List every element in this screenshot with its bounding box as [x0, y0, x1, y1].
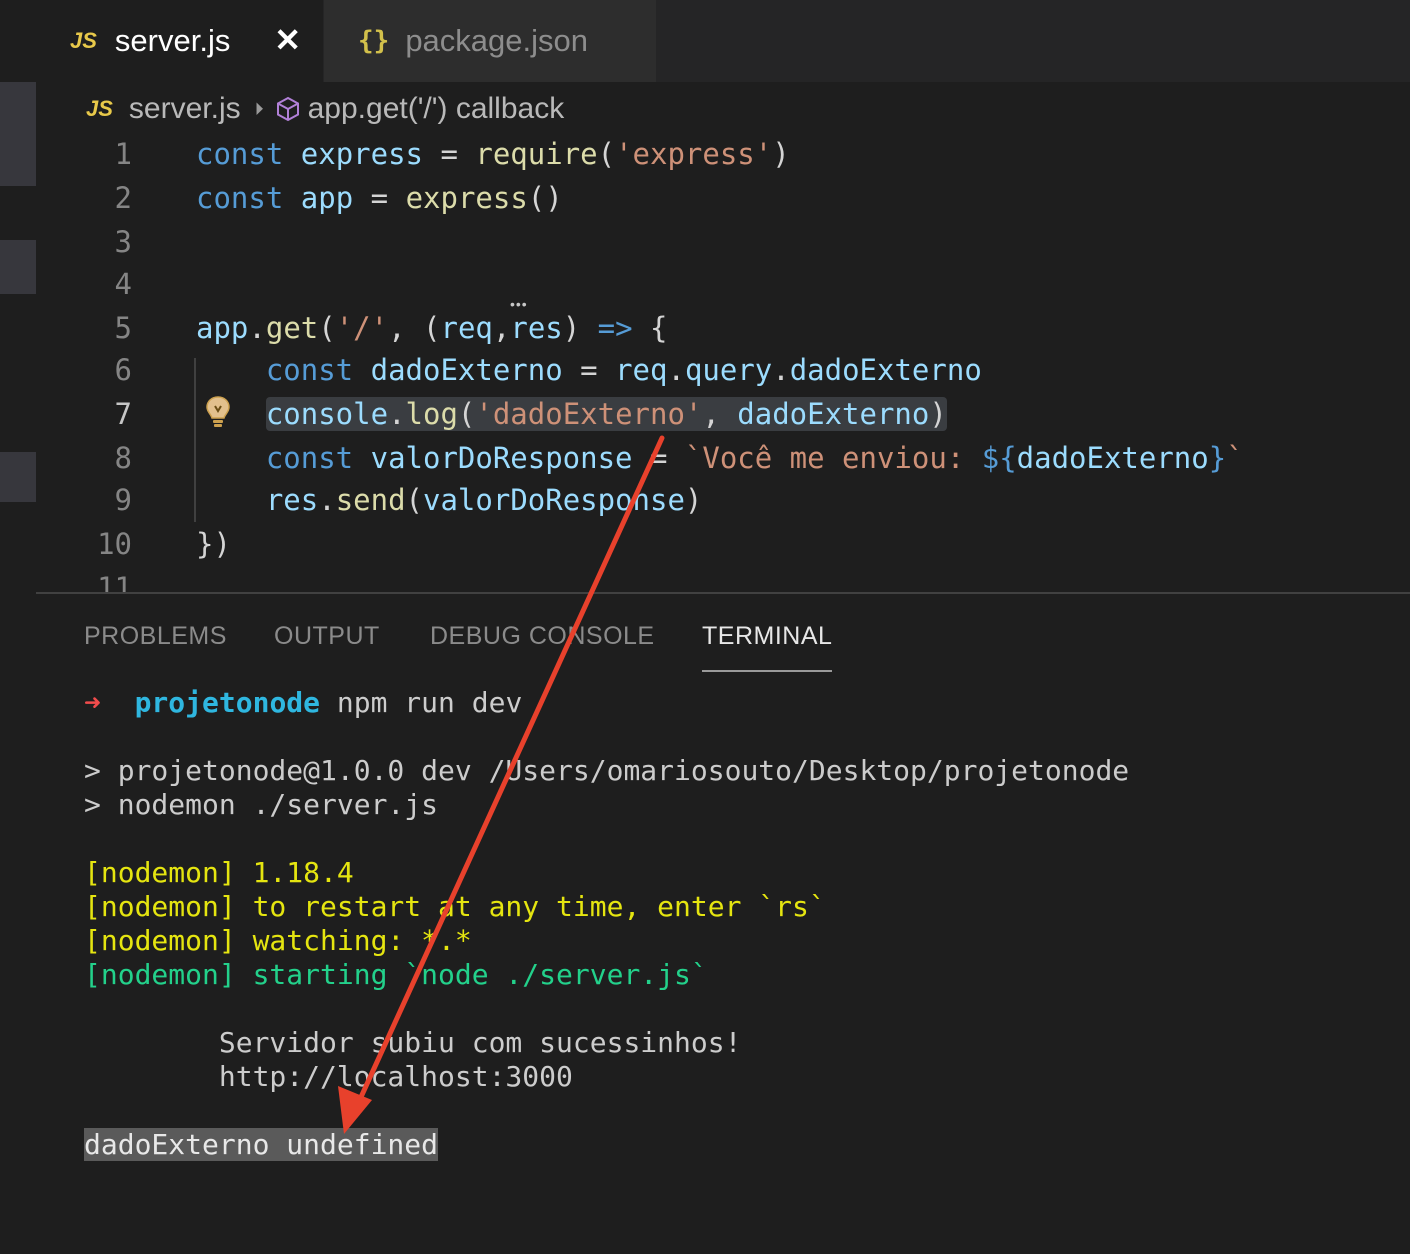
tab-debug-console[interactable]: DEBUG CONSOLE [430, 622, 655, 651]
line-number: 1 [114, 137, 132, 171]
line-number: 7 [114, 397, 132, 431]
terminal-line: > nodemon ./server.js [84, 788, 439, 821]
line-number: 3 [114, 225, 132, 259]
code-line: 8 const valorDoResponse = `Você me envio… [36, 436, 1410, 480]
terminal-line: > projetonode@1.0.0 dev /Users/omariosou… [84, 754, 1130, 787]
line-number: 9 [114, 483, 132, 517]
line-number: 2 [114, 181, 132, 215]
activity-item-search[interactable] [0, 240, 36, 294]
code-editor[interactable]: 1 const express = require('express') •••… [36, 132, 1410, 592]
prompt-command: npm run dev [320, 686, 523, 719]
code-text: const express = require('express') [196, 137, 790, 171]
tab-label: server.js [114, 23, 231, 58]
line-number: 4 [114, 267, 132, 301]
terminal-line: [nodemon] watching: *.* [84, 924, 472, 957]
tab-label: package.json [405, 23, 588, 58]
terminal-line: [nodemon] starting `node ./server.js` [84, 958, 708, 991]
line-number: 6 [114, 353, 132, 387]
code-text: const valorDoResponse = `Você me enviou:… [265, 441, 1244, 475]
active-tab-indicator [702, 670, 832, 672]
code-text: console.log('dadoExterno', dadoExterno) [265, 397, 947, 431]
terminal-line: Servidor subiu com sucessinhos! [84, 1026, 742, 1059]
prompt-directory: projetonode [134, 686, 321, 719]
code-line: 9 res.send(valorDoResponse) [36, 478, 1410, 522]
tab-output[interactable]: OUTPUT [274, 622, 380, 651]
code-text: res.send(valorDoResponse) [265, 483, 703, 517]
code-text: app.get('/', (req,res) => { [196, 311, 668, 345]
close-icon[interactable]: ✕ [274, 22, 301, 58]
breadcrumb-file[interactable]: server.js [129, 92, 241, 126]
bottom-panel: PROBLEMS OUTPUT DEBUG CONSOLE TERMINAL ➜… [36, 592, 1410, 1254]
code-line: 5 app.get('/', (req,res) => { [36, 306, 1410, 350]
line-number: 10 [97, 527, 132, 561]
code-line: 1 const express = require('express') [36, 132, 1410, 176]
code-line: 6 const dadoExterno = req.query.dadoExte… [36, 348, 1410, 392]
code-line-current: 7 console.log('dadoExterno', dadoExterno… [36, 392, 1410, 436]
code-line: 11 [36, 566, 1410, 592]
code-line: 3 [36, 220, 1410, 264]
line-number: 5 [114, 311, 132, 345]
js-file-icon: JS [86, 96, 113, 121]
activity-item-debug[interactable] [0, 452, 36, 502]
code-text: const dadoExterno = req.query.dadoExtern… [265, 353, 982, 387]
terminal-line: [nodemon] 1.18.4 [84, 856, 354, 889]
code-line: 10 }) [36, 522, 1410, 566]
tab-terminal[interactable]: TERMINAL [702, 622, 832, 651]
highlighted-output: dadoExterno undefined [84, 1128, 439, 1161]
line-number: 8 [114, 441, 132, 475]
code-line: 2 const app = express() [36, 176, 1410, 220]
terminal-prompt: ➜ projetonode npm run dev [84, 686, 522, 719]
code-text: }) [196, 527, 231, 561]
lightbulb-icon[interactable] [204, 394, 232, 435]
tab-problems[interactable]: PROBLEMS [84, 622, 227, 651]
prompt-arrow-icon: ➜ [84, 686, 101, 719]
method-cube-icon [274, 95, 302, 123]
activity-bar [0, 0, 36, 1252]
js-file-icon: JS [70, 28, 97, 53]
terminal-line: [nodemon] to restart at any time, enter … [84, 890, 826, 923]
code-line: 4 [36, 262, 1410, 306]
editor-tab-bar: JS server.js ✕ {} package.json [36, 0, 1410, 82]
line-number: 11 [97, 571, 132, 592]
terminal-line: http://localhost:3000 [84, 1060, 573, 1093]
tab-server-js[interactable]: JS server.js ✕ [36, 0, 323, 82]
json-file-icon: {} [358, 26, 390, 56]
chevron-right-icon: ⏵ [254, 98, 264, 119]
tab-package-json[interactable]: {} package.json [324, 0, 656, 82]
activity-item-explorer[interactable] [0, 82, 36, 186]
breadcrumb-symbol[interactable]: app.get('/') callback [308, 92, 565, 126]
code-text: const app = express() [196, 181, 563, 215]
terminal-output-line: dadoExterno undefined [84, 1128, 439, 1161]
breadcrumb: JS server.js ⏵ app.get('/') callback [86, 86, 564, 132]
